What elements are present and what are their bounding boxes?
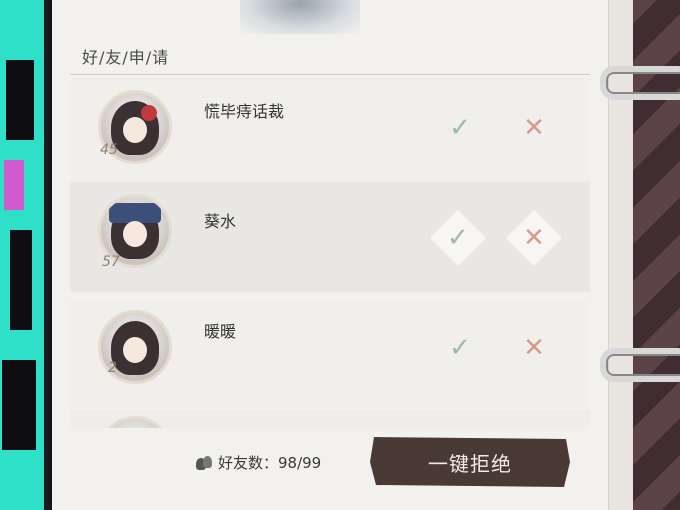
banner-stroke [4, 160, 24, 210]
binder-ring [600, 348, 680, 382]
request-row[interactable]: 57 葵水 ✓ ✕ [70, 182, 590, 292]
request-row-partial[interactable] [70, 410, 590, 428]
character-art-top [240, 0, 360, 34]
reject-all-button[interactable]: 一键拒绝 [370, 437, 570, 487]
friend-count: 好友数：98/99 [196, 452, 321, 473]
request-row[interactable]: 2 暖暖 ✓ ✕ [70, 298, 590, 408]
check-icon: ✓ [447, 222, 469, 253]
level-badge: 2 [108, 360, 117, 376]
accept-button[interactable]: ✓ [440, 108, 480, 148]
reject-button[interactable]: ✕ [514, 328, 554, 368]
player-name: 暖暖 [204, 322, 237, 341]
check-icon: ✓ [449, 333, 471, 363]
check-icon: ✓ [449, 113, 471, 143]
banner-stroke [10, 230, 32, 330]
binder-ring [600, 66, 680, 100]
friend-count-label: 好友数：98/99 [218, 454, 322, 472]
section-title: 好/友/申/请 [82, 48, 170, 67]
banner-stroke [6, 60, 34, 140]
player-name: 葵水 [204, 212, 237, 231]
cross-icon: ✕ [523, 333, 545, 363]
cross-icon: ✕ [523, 113, 545, 143]
friend-request-list[interactable]: 45 慌毕痔话裁 ✓ ✕ 57 葵水 ✓ ✕ 2 暖暖 ✓ ✕ [70, 76, 590, 428]
accept-button[interactable]: ✓ [429, 209, 487, 267]
level-badge: 45 [100, 142, 118, 158]
cross-icon: ✕ [523, 222, 545, 253]
level-badge: 57 [102, 254, 120, 270]
reject-button[interactable]: ✕ [505, 209, 563, 267]
request-row[interactable]: 45 慌毕痔话裁 ✓ ✕ [70, 78, 590, 188]
banner-stroke [2, 360, 36, 450]
accept-button[interactable]: ✓ [440, 328, 480, 368]
avatar[interactable] [98, 416, 172, 428]
friends-icon [196, 455, 212, 470]
reject-button[interactable]: ✕ [514, 108, 554, 148]
player-name: 慌毕痔话裁 [204, 102, 285, 121]
divider [70, 74, 590, 75]
